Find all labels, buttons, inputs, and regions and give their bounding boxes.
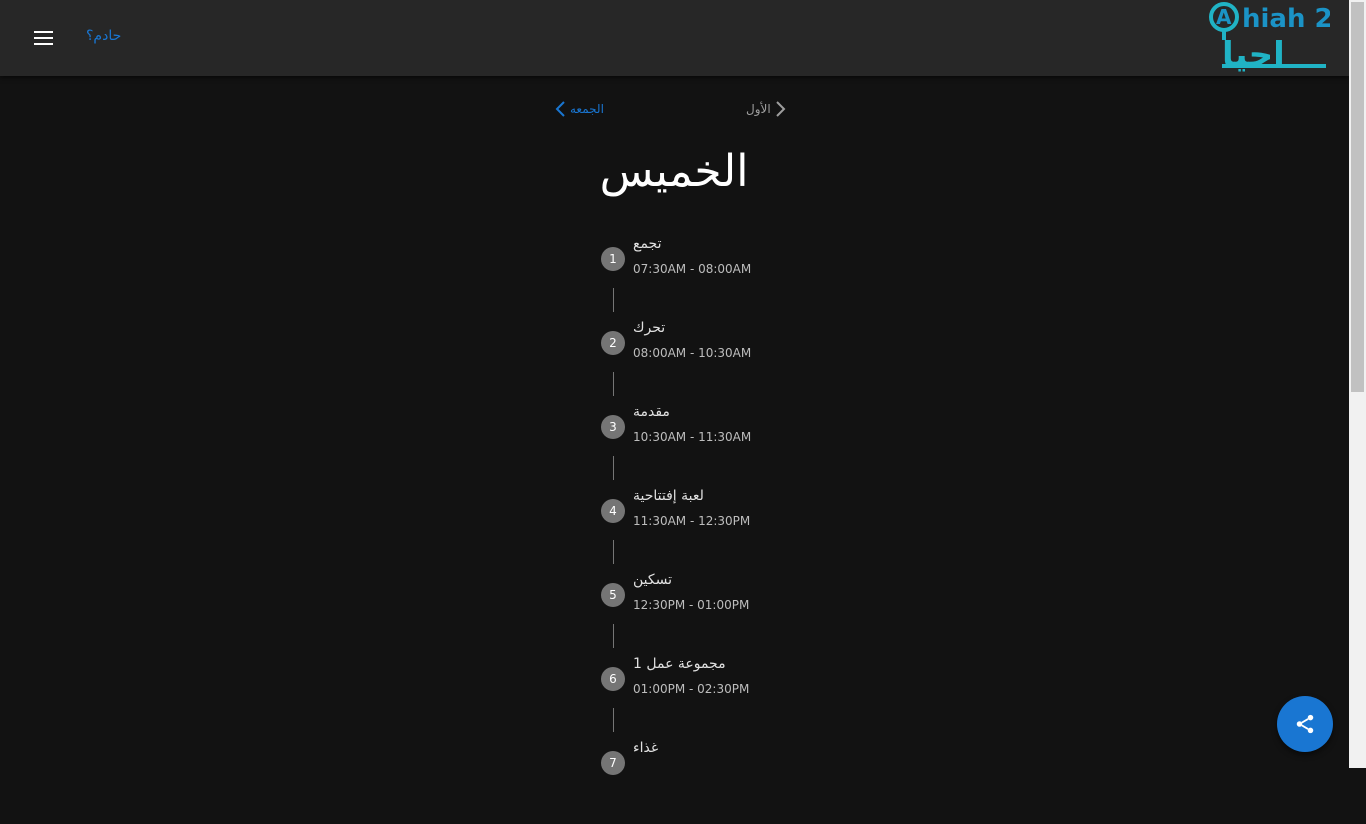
servant-link[interactable]: حادم؟ xyxy=(86,28,121,44)
page-scrollbar[interactable] xyxy=(1349,0,1366,768)
schedule-step: 5 تسكين 12:30PM - 01:00PM xyxy=(600,572,820,656)
step-label: مجموعة عمل 1 xyxy=(633,656,726,672)
svg-text:A: A xyxy=(1216,5,1232,29)
menu-icon[interactable] xyxy=(34,31,53,46)
schedule-step: 4 لعبة إفتتاحية 11:30AM - 12:30PM xyxy=(600,488,820,572)
logo-latin-text: hiah 2 xyxy=(1242,4,1330,34)
step-number-badge: 2 xyxy=(601,331,625,355)
step-number-badge: 6 xyxy=(601,667,625,691)
step-number-badge: 5 xyxy=(601,583,625,607)
step-label: تحرك xyxy=(633,320,666,336)
step-connector xyxy=(613,624,614,648)
prev-day-link[interactable]: الأول xyxy=(746,98,790,120)
step-time: 01:00PM - 02:30PM xyxy=(633,682,750,696)
chevron-left-icon xyxy=(555,101,565,117)
ahiah-logo[interactable]: A hiah 2 احيا xyxy=(1208,0,1330,72)
schedule-step: 6 مجموعة عمل 1 01:00PM - 02:30PM xyxy=(600,656,820,740)
step-number-badge: 7 xyxy=(601,751,625,775)
share-button[interactable] xyxy=(1277,696,1333,752)
step-connector xyxy=(613,456,614,480)
step-label: مقدمة xyxy=(633,404,670,420)
step-label: تسكين xyxy=(633,572,672,588)
schedule-step: 7 غذاء xyxy=(600,740,820,824)
page-title: الخميس xyxy=(599,146,749,197)
schedule-step: 1 تجمع 07:30AM - 08:00AM xyxy=(600,236,820,320)
step-connector xyxy=(613,372,614,396)
step-time: 10:30AM - 11:30AM xyxy=(633,430,752,444)
step-label: غذاء xyxy=(633,740,659,756)
step-number-badge: 1 xyxy=(601,247,625,271)
scrollbar-thumb[interactable] xyxy=(1351,2,1364,392)
prev-day-label: الأول xyxy=(746,102,771,116)
step-time: 07:30AM - 08:00AM xyxy=(633,262,752,276)
schedule-step: 3 مقدمة 10:30AM - 11:30AM xyxy=(600,404,820,488)
step-time: 08:00AM - 10:30AM xyxy=(633,346,752,360)
next-day-label: الجمعه xyxy=(570,102,604,116)
schedule-step: 2 تحرك 08:00AM - 10:30AM xyxy=(600,320,820,404)
step-connector xyxy=(613,708,614,732)
step-connector xyxy=(613,288,614,312)
app-header: حادم؟ A hiah 2 احيا xyxy=(0,0,1349,76)
next-day-link[interactable]: الجمعه xyxy=(555,98,611,120)
step-number-badge: 3 xyxy=(601,415,625,439)
chevron-right-icon xyxy=(775,101,786,117)
step-label: لعبة إفتتاحية xyxy=(633,488,704,504)
step-time: 12:30PM - 01:00PM xyxy=(633,598,750,612)
step-connector xyxy=(613,540,614,564)
step-time: 11:30AM - 12:30PM xyxy=(633,514,751,528)
step-label: تجمع xyxy=(633,236,662,252)
share-icon xyxy=(1296,714,1314,734)
step-number-badge: 4 xyxy=(601,499,625,523)
